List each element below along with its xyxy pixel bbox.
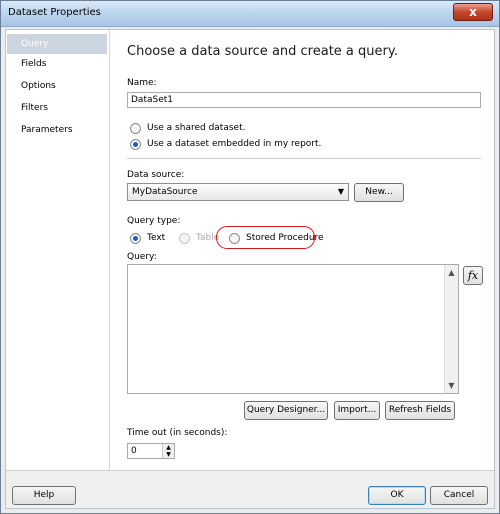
page-title: Choose a data source and create a query. xyxy=(127,44,398,59)
query-type-text-label: Text xyxy=(147,233,166,243)
query-designer-button[interactable]: Query Designer... xyxy=(244,401,328,420)
title-bar: Dataset Properties x xyxy=(1,1,499,27)
close-button[interactable]: x xyxy=(453,3,493,21)
dialog-footer: Help OK Cancel xyxy=(6,470,494,508)
shared-dataset-radio[interactable] xyxy=(130,123,141,134)
name-label: Name: xyxy=(127,78,157,88)
chevron-down-icon: ▼ xyxy=(337,187,344,196)
data-source-value: MyDataSource xyxy=(132,187,198,197)
sidebar-item-fields[interactable]: Fields xyxy=(7,54,107,74)
expression-button[interactable]: fx xyxy=(463,266,483,285)
sidebar-item-filters[interactable]: Filters xyxy=(7,98,107,118)
fx-icon: fx xyxy=(467,269,479,282)
shared-dataset-label: Use a shared dataset. xyxy=(147,123,246,133)
timeout-stepper[interactable]: 0 ▲ ▼ xyxy=(127,443,175,459)
dataset-properties-dialog: Dataset Properties x Query Fields Option… xyxy=(0,0,500,514)
import-button[interactable]: Import... xyxy=(334,401,380,420)
sidebar-item-options[interactable]: Options xyxy=(7,76,107,96)
scroll-down-icon[interactable]: ▼ xyxy=(445,381,458,390)
data-source-label: Data source: xyxy=(127,170,185,180)
query-scrollbar[interactable]: ▲ ▼ xyxy=(444,265,458,393)
stepper-down-icon[interactable]: ▼ xyxy=(163,451,174,458)
data-source-select[interactable]: MyDataSource ▼ xyxy=(127,183,349,201)
name-input[interactable]: DataSet1 xyxy=(127,92,481,108)
dialog-body: Query Fields Options Filters Parameters … xyxy=(5,29,495,509)
stored-procedure-highlight xyxy=(216,226,315,249)
query-type-text-radio[interactable] xyxy=(130,233,141,244)
timeout-value: 0 xyxy=(131,446,137,456)
query-type-label: Query type: xyxy=(127,216,181,226)
window-title: Dataset Properties xyxy=(8,7,101,18)
help-button[interactable]: Help xyxy=(12,486,76,505)
ok-button[interactable]: OK xyxy=(368,486,426,505)
refresh-fields-button[interactable]: Refresh Fields xyxy=(385,401,455,420)
sidebar-item-parameters[interactable]: Parameters xyxy=(7,120,107,140)
query-label: Query: xyxy=(127,252,157,262)
sidebar-item-query[interactable]: Query xyxy=(7,34,107,54)
query-editor[interactable]: ▲ ▼ xyxy=(127,264,459,394)
stepper-up-icon[interactable]: ▲ xyxy=(163,444,174,451)
embedded-dataset-label: Use a dataset embedded in my report. xyxy=(147,139,322,149)
new-data-source-button[interactable]: New... xyxy=(354,183,404,202)
stepper-arrows[interactable]: ▲ ▼ xyxy=(162,444,174,458)
scroll-up-icon[interactable]: ▲ xyxy=(445,268,458,277)
cancel-button[interactable]: Cancel xyxy=(430,486,488,505)
divider xyxy=(127,158,481,159)
sidebar-nav: Query Fields Options Filters Parameters xyxy=(6,30,110,470)
query-page: Choose a data source and create a query.… xyxy=(111,30,494,470)
embedded-dataset-radio[interactable] xyxy=(130,139,141,150)
query-type-table-radio xyxy=(179,233,190,244)
timeout-label: Time out (in seconds): xyxy=(127,428,228,438)
close-icon: x xyxy=(469,5,477,19)
